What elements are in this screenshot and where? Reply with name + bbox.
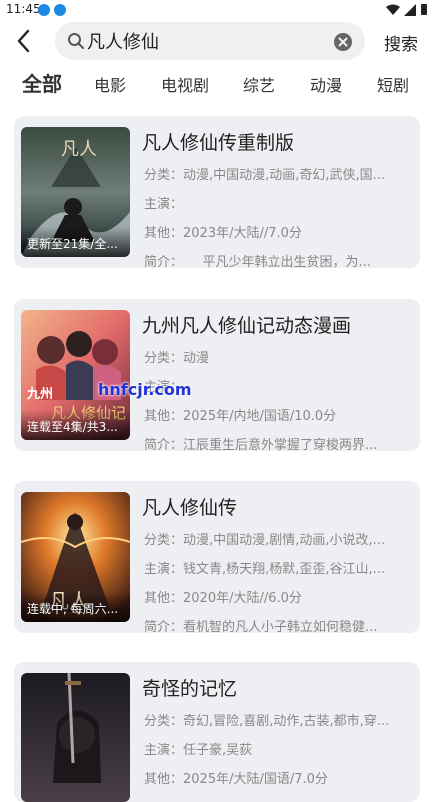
cast-value: 钱文青,杨天翔,杨默,歪歪,谷江山,...	[183, 562, 386, 577]
result-card[interactable]: 凡人 更新至21集/全... 凡人修仙传重制版 分类：动漫,中国动漫,动画,奇幻…	[14, 116, 420, 270]
meta-other: 其他：2025年/大陆/国语/7.0分	[144, 768, 404, 787]
other-value: 2023年/大陆//7.0分	[183, 226, 302, 241]
intro-label: 简介：	[144, 438, 184, 453]
notification-icon	[38, 4, 50, 16]
back-arrow-icon[interactable]	[10, 26, 40, 56]
result-card[interactable]: 九州 凡人修仙记 连载至4集/共3... 九州凡人修仙记动态漫画 分类：动漫 主…	[14, 299, 420, 453]
intro-label: 简介：	[144, 620, 184, 635]
search-input[interactable]	[87, 26, 327, 56]
meta-category: 分类：动漫,中国动漫,动画,奇幻,武侠,国...	[144, 164, 404, 183]
cast-label: 主演：	[144, 562, 184, 577]
search-bar: 搜索	[0, 20, 436, 64]
status-time: 11:45	[6, 2, 41, 16]
search-button[interactable]: 搜索	[384, 30, 418, 55]
meta-category: 分类：动漫,中国动漫,剧情,动画,小说改,...	[144, 529, 404, 548]
poster-image	[21, 673, 130, 802]
status-bar: 11:45	[0, 0, 436, 20]
poster-image: 凡人 更新至21集/全...	[21, 127, 130, 257]
signal-icon	[404, 3, 416, 16]
result-title: 凡人修仙传	[142, 497, 238, 519]
tab-all[interactable]: 全部	[22, 68, 62, 97]
intro-label: 简介：	[144, 255, 177, 270]
meta-cast: 主演：	[144, 193, 404, 212]
category-label: 分类：	[144, 714, 184, 729]
other-label: 其他：	[144, 226, 184, 241]
category-value: 动漫,中国动漫,动画,奇幻,武侠,国...	[183, 168, 386, 183]
download-icon	[54, 4, 66, 16]
result-title: 奇怪的记忆	[142, 678, 238, 700]
intro-value: 平凡少年韩立出生贫困，为...	[176, 255, 371, 270]
result-title: 凡人修仙传重制版	[142, 132, 295, 154]
other-label: 其他：	[144, 409, 184, 424]
meta-category: 分类：奇幻,冒险,喜剧,动作,古装,都市,穿...	[144, 710, 404, 729]
svg-text:凡人: 凡人	[61, 139, 97, 160]
episode-badge: 连载至4集/共3...	[21, 410, 130, 440]
result-card[interactable]: 凡人 连载中, 每周六... 凡人修仙传 分类：动漫,中国动漫,剧情,动画,小说…	[14, 481, 420, 635]
meta-intro: 简介： 平凡少年韩立出生贫困，为...	[144, 251, 404, 270]
meta-cast: 主演：任子豪,吴荻	[144, 739, 404, 758]
category-label: 分类：	[144, 351, 184, 366]
tab-short-drama[interactable]: 短剧	[377, 72, 409, 96]
category-value: 动漫	[183, 351, 210, 366]
tab-variety[interactable]: 综艺	[243, 72, 275, 96]
other-value: 2025年/大陆/国语/7.0分	[183, 772, 328, 787]
result-card[interactable]: 奇怪的记忆 分类：奇幻,冒险,喜剧,动作,古装,都市,穿... 主演：任子豪,吴…	[14, 662, 420, 802]
tab-movie[interactable]: 电影	[94, 72, 126, 96]
watermark-text: hnfcjr.com	[98, 380, 192, 399]
cast-label: 主演：	[144, 197, 184, 212]
category-label: 分类：	[144, 533, 184, 548]
other-value: 2020年/大陆//6.0分	[183, 591, 302, 606]
episode-badge: 连载中, 每周六...	[21, 592, 130, 622]
tab-anime[interactable]: 动漫	[310, 72, 342, 96]
meta-other: 其他：2023年/大陆//7.0分	[144, 222, 404, 241]
meta-cast: 主演：钱文青,杨天翔,杨默,歪歪,谷江山,...	[144, 558, 404, 577]
category-tabs: 全部 电影 电视剧 综艺 动漫 短剧	[0, 66, 436, 100]
meta-category: 分类：动漫	[144, 347, 404, 366]
other-label: 其他：	[144, 591, 184, 606]
meta-other: 其他：2020年/大陆//6.0分	[144, 587, 404, 606]
poster-image: 凡人 连载中, 每周六...	[21, 492, 130, 622]
battery-icon	[421, 4, 427, 15]
wifi-icon	[386, 4, 400, 15]
tab-tv-series[interactable]: 电视剧	[161, 72, 209, 96]
result-title: 九州凡人修仙记动态漫画	[142, 315, 352, 337]
search-field[interactable]	[55, 22, 365, 60]
poster-art	[21, 673, 130, 802]
svg-text:九州: 九州	[26, 387, 53, 402]
meta-other: 其他：2025年/内地/国语/10.0分	[144, 405, 404, 424]
cast-value: 任子豪,吴荻	[183, 743, 253, 758]
search-icon	[68, 33, 84, 49]
category-label: 分类：	[144, 168, 184, 183]
poster-image: 九州 凡人修仙记 连载至4集/共3...	[21, 310, 130, 440]
meta-intro: 简介：江辰重生后意外掌握了穿梭两界...	[144, 434, 404, 453]
clear-icon[interactable]	[333, 32, 353, 52]
cast-label: 主演：	[144, 743, 184, 758]
other-value: 2025年/内地/国语/10.0分	[183, 409, 337, 424]
intro-value: 看机智的凡人小子韩立如何稳健...	[183, 620, 378, 635]
meta-intro: 简介：看机智的凡人小子韩立如何稳健...	[144, 616, 404, 635]
category-value: 奇幻,冒险,喜剧,动作,古装,都市,穿...	[183, 714, 390, 729]
episode-badge: 更新至21集/全...	[21, 227, 130, 257]
category-value: 动漫,中国动漫,剧情,动画,小说改,...	[183, 533, 386, 548]
status-icons	[386, 3, 428, 16]
intro-value: 江辰重生后意外掌握了穿梭两界...	[183, 438, 378, 453]
other-label: 其他：	[144, 772, 184, 787]
